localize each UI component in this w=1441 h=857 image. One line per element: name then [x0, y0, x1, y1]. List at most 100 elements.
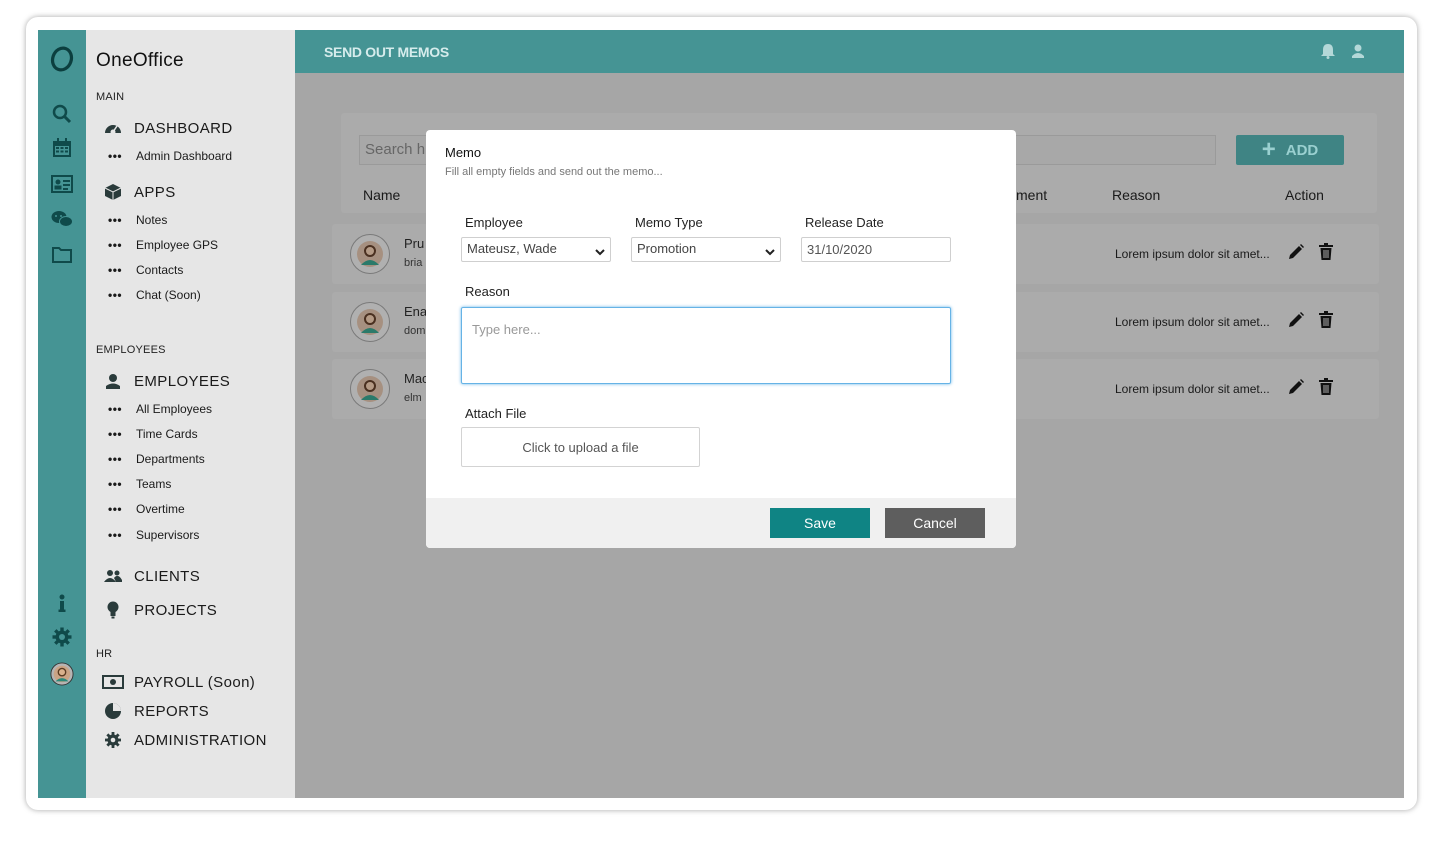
- row-name: Ena: [404, 304, 428, 319]
- chat-icon[interactable]: [50, 207, 74, 231]
- chevron-down-icon: [765, 245, 775, 260]
- row-email: bria: [404, 257, 423, 269]
- sidebar-item-label: EMPLOYEES: [134, 372, 231, 390]
- trash-icon[interactable]: [1318, 243, 1334, 261]
- release-date-input[interactable]: 31/10/2020: [801, 237, 951, 262]
- avatar: [350, 369, 390, 409]
- sidebar-subitem-notes[interactable]: ••• Notes: [108, 212, 167, 228]
- upload-file-button[interactable]: Click to upload a file: [461, 427, 700, 467]
- sidebar-item-reports[interactable]: REPORTS: [102, 701, 209, 721]
- row-reason: Lorem ipsum dolor sit amet...: [1115, 382, 1270, 396]
- row-email: elm: [404, 392, 422, 404]
- sidebar-item-label: APPS: [134, 183, 176, 201]
- sidebar-item-administration[interactable]: ADMINISTRATION: [102, 730, 267, 750]
- cog-icon: [102, 731, 124, 749]
- logo-icon[interactable]: [50, 46, 74, 72]
- page-title: SEND OUT MEMOS: [324, 44, 449, 60]
- dots-icon: •••: [108, 528, 123, 542]
- sidebar-subitem-all-employees[interactable]: ••• All Employees: [108, 401, 212, 417]
- section-main: MAIN: [96, 91, 125, 103]
- avatar: [350, 302, 390, 342]
- edit-icon[interactable]: [1287, 311, 1305, 329]
- trash-icon[interactable]: [1318, 378, 1334, 396]
- sidebar-item-projects[interactable]: PROJECTS: [102, 600, 217, 620]
- bell-icon[interactable]: [1318, 41, 1338, 61]
- sidebar-item-label: REPORTS: [134, 702, 210, 720]
- attach-file-label: Attach File: [465, 406, 527, 421]
- sidebar-item-label: PROJECTS: [134, 601, 218, 619]
- money-icon: [102, 673, 124, 691]
- top-header: SEND OUT MEMOS: [295, 30, 1404, 73]
- release-date-label: Release Date: [805, 215, 884, 230]
- sidebar-subitem-departments[interactable]: ••• Departments: [108, 451, 205, 467]
- dots-icon: •••: [108, 238, 123, 252]
- column-header-attachment: ment: [1016, 187, 1048, 203]
- avatar: [350, 234, 390, 274]
- sidebar-subitem-time-cards[interactable]: ••• Time Cards: [108, 426, 198, 442]
- sidebar-subitem-admin-dashboard[interactable]: ••• Admin Dashboard: [108, 148, 232, 164]
- trash-icon[interactable]: [1318, 311, 1334, 329]
- sidebar-subitem-overtime[interactable]: ••• Overtime: [108, 501, 185, 517]
- folder-icon[interactable]: [50, 242, 74, 266]
- lightbulb-icon: [102, 601, 124, 619]
- add-button[interactable]: + ADD: [1236, 135, 1344, 165]
- sidebar-subitem-label: Notes: [136, 213, 168, 227]
- row-email: dom: [404, 325, 426, 337]
- sidebar-item-label: PAYROLL (Soon): [134, 673, 256, 691]
- calendar-icon[interactable]: [50, 136, 74, 160]
- info-icon[interactable]: [50, 592, 74, 616]
- memo-type-label: Memo Type: [635, 215, 703, 230]
- avatar[interactable]: [50, 662, 74, 686]
- sidebar-subitem-contacts[interactable]: ••• Contacts: [108, 262, 183, 278]
- sidebar-item-employees[interactable]: EMPLOYEES: [102, 371, 230, 391]
- sidebar-item-payroll[interactable]: PAYROLL (Soon): [102, 672, 255, 692]
- sidebar-subitem-label: Time Cards: [136, 427, 198, 441]
- sidebar-subitem-employee-gps[interactable]: ••• Employee GPS: [108, 237, 218, 253]
- sidebar-subitem-label: Supervisors: [136, 528, 200, 542]
- sidebar-subitem-supervisors[interactable]: ••• Supervisors: [108, 527, 199, 543]
- dots-icon: •••: [108, 477, 123, 491]
- id-card-icon[interactable]: [50, 172, 74, 196]
- dots-icon: •••: [108, 213, 123, 227]
- memo-type-select[interactable]: Promotion: [631, 237, 781, 262]
- sidebar-item-apps[interactable]: APPS: [102, 182, 176, 202]
- column-header-action: Action: [1285, 187, 1324, 203]
- chevron-down-icon: [595, 245, 605, 260]
- sidebar-item-clients[interactable]: CLIENTS: [102, 566, 200, 586]
- sidebar-subitem-label: Employee GPS: [136, 238, 219, 252]
- memo-dialog: Memo Fill all empty fields and send out …: [426, 130, 1016, 548]
- employee-select[interactable]: Mateusz, Wade: [461, 237, 611, 262]
- reason-label: Reason: [465, 284, 510, 299]
- sidebar-subitem-label: Chat (Soon): [136, 288, 201, 302]
- sidebar: OneOffice MAIN DASHBOARD ••• Admin Dashbo…: [86, 30, 295, 798]
- employee-label: Employee: [465, 215, 523, 230]
- save-button[interactable]: Save: [770, 508, 870, 538]
- row-reason: Lorem ipsum dolor sit amet...: [1115, 247, 1270, 261]
- sidebar-subitem-teams[interactable]: ••• Teams: [108, 476, 171, 492]
- dots-icon: •••: [108, 288, 123, 302]
- column-header-reason: Reason: [1112, 187, 1161, 203]
- cancel-button[interactable]: Cancel: [885, 508, 985, 538]
- search-icon[interactable]: [50, 102, 74, 126]
- sidebar-subitem-label: Overtime: [136, 502, 185, 516]
- dashboard-icon: [102, 119, 124, 137]
- memo-type-select-value: Promotion: [637, 241, 697, 256]
- dialog-footer: Save Cancel: [426, 498, 1016, 548]
- user-menu-icon[interactable]: [1348, 41, 1368, 61]
- app: OneOffice MAIN DASHBOARD ••• Admin Dashbo…: [38, 30, 1404, 798]
- gear-icon[interactable]: [50, 625, 74, 649]
- reason-textarea[interactable]: Type here...: [461, 307, 951, 384]
- add-button-label: ADD: [1285, 141, 1319, 159]
- dots-icon: •••: [108, 149, 123, 163]
- sidebar-subitem-chat[interactable]: ••• Chat (Soon): [108, 287, 201, 303]
- dialog-title: Memo: [445, 145, 482, 160]
- icon-rail: [38, 30, 86, 798]
- dots-icon: •••: [108, 502, 123, 516]
- edit-icon[interactable]: [1287, 243, 1305, 261]
- cube-icon: [102, 183, 124, 201]
- dots-icon: •••: [108, 263, 123, 277]
- edit-icon[interactable]: [1287, 378, 1305, 396]
- plus-icon: +: [1261, 136, 1276, 163]
- sidebar-item-label: ADMINISTRATION: [134, 731, 267, 749]
- sidebar-item-dashboard[interactable]: DASHBOARD: [102, 118, 233, 138]
